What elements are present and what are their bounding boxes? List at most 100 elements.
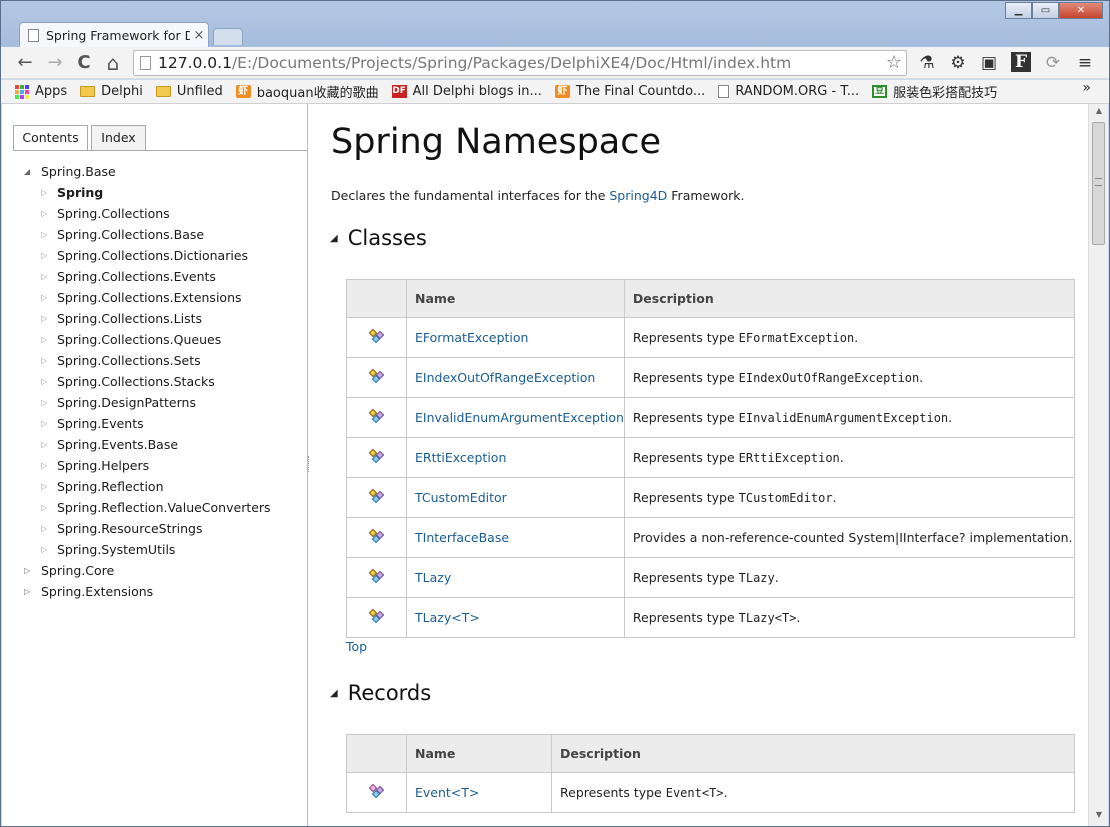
type-link[interactable]: Event<T> (415, 785, 479, 800)
collapsed-arrow-icon[interactable]: ▷ (41, 497, 47, 518)
collapsed-arrow-icon[interactable]: ▷ (41, 182, 47, 203)
forward-button[interactable]: → (43, 51, 67, 75)
scroll-thumb[interactable] (1092, 122, 1105, 245)
tree-node[interactable]: ▷ Spring.Extensions (2, 581, 302, 602)
settings-gear-icon[interactable]: ⚙ (947, 52, 969, 74)
tree-node[interactable]: ▷ Spring.SystemUtils (2, 539, 302, 560)
type-link[interactable]: TLazy (415, 570, 451, 585)
collapsed-arrow-icon[interactable]: ▷ (41, 224, 47, 245)
collapsed-arrow-icon[interactable]: ▷ (41, 539, 47, 560)
extension-f-icon[interactable]: F (1011, 52, 1031, 72)
collapsed-arrow-icon[interactable]: ▷ (41, 308, 47, 329)
extension-panel-icon[interactable]: ▣ (978, 52, 1000, 74)
bookmark-apps[interactable]: Apps (15, 84, 67, 99)
tree-node[interactable]: ▷ Spring.Collections.Events (2, 266, 302, 287)
table-row: ERttiException Represents type ERttiExcep… (346, 437, 1076, 478)
type-link[interactable]: ERttiException (415, 450, 506, 465)
description-text: Declares the fundamental interfaces for … (331, 188, 610, 203)
collapsed-arrow-icon[interactable]: ▷ (24, 581, 30, 602)
bookmark-color-tips[interactable]: 豆 服装色彩搭配技巧 (872, 82, 997, 101)
type-link[interactable]: EIndexOutOfRangeException (415, 370, 595, 385)
tree-node[interactable]: ▷ Spring.Core (2, 560, 302, 581)
tab-index[interactable]: Index (91, 125, 146, 151)
collapsed-arrow-icon[interactable]: ▷ (41, 245, 47, 266)
tree-node[interactable]: ▷ Spring.Collections.Extensions (2, 287, 302, 308)
tree-node[interactable]: ▷ Spring.Collections.Queues (2, 329, 302, 350)
type-link[interactable]: EFormatException (415, 330, 528, 345)
type-icon-cell (346, 597, 407, 638)
spring4d-link[interactable]: Spring4D (609, 188, 667, 203)
bookmark-random-org[interactable]: RANDOM.ORG - T... (718, 84, 859, 99)
top-link[interactable]: Top (346, 639, 367, 654)
maximize-button[interactable]: ▭ (1032, 2, 1059, 19)
description-end: . (832, 490, 837, 505)
collapsed-arrow-icon[interactable]: ▷ (41, 434, 47, 455)
tree-node[interactable]: ▷ Spring.ResourceStrings (2, 518, 302, 539)
tree-node[interactable]: ▷ Spring.Events (2, 413, 302, 434)
menu-icon[interactable]: ≡ (1074, 52, 1096, 74)
classes-section-toggle[interactable]: ◢ Classes (330, 226, 427, 250)
name-cell: ERttiException (406, 437, 625, 478)
tree-node[interactable]: ▷ Spring.Events.Base (2, 434, 302, 455)
records-section-toggle[interactable]: ◢ Records (330, 681, 431, 705)
bookmark-unfiled[interactable]: Unfiled (155, 84, 223, 99)
tab-contents[interactable]: Contents (13, 125, 88, 151)
home-button[interactable]: ⌂ (101, 51, 125, 75)
bookmark-final-countdown[interactable]: 虾 The Final Countdo... (554, 84, 705, 99)
tree-node[interactable]: ▷ Spring.Collections.Dictionaries (2, 245, 302, 266)
back-button[interactable]: ← (13, 51, 37, 75)
vertical-scrollbar[interactable]: ▲ ▼ (1088, 104, 1108, 826)
type-link[interactable]: TLazy<T> (415, 610, 480, 625)
close-tab-icon[interactable]: × (190, 28, 208, 43)
description-end: . (854, 330, 859, 345)
bookmark-label: All Delphi blogs in... (412, 84, 542, 99)
tree-node[interactable]: ◢ Spring.Base (2, 161, 302, 182)
reload-button[interactable]: C (72, 51, 96, 75)
browser-tab-active[interactable]: Spring Framework for D × (19, 22, 209, 47)
scroll-down-arrow-icon[interactable]: ▼ (1089, 810, 1109, 824)
collapsed-arrow-icon[interactable]: ▷ (41, 455, 47, 476)
scroll-up-arrow-icon[interactable]: ▲ (1089, 106, 1109, 120)
more-bookmarks-button[interactable]: » (1082, 80, 1091, 96)
tree-node[interactable]: ▷ Spring.Reflection.ValueConverters (2, 497, 302, 518)
collapsed-arrow-icon[interactable]: ▷ (41, 203, 47, 224)
collapsed-arrow-icon[interactable]: ▷ (41, 392, 47, 413)
minimize-button[interactable]: ▁ (1005, 2, 1032, 19)
new-tab-button[interactable] (213, 28, 243, 45)
classes-table: Name Description EFormatException Represe… (346, 279, 1076, 638)
tree-node[interactable]: ▷ Spring.DesignPatterns (2, 392, 302, 413)
collapsed-arrow-icon[interactable]: ▷ (41, 266, 47, 287)
address-bar[interactable]: 127.0.0.1/E:/Documents/Projects/Spring/P… (133, 50, 907, 76)
tree-node-label: Spring.Reflection (57, 479, 164, 494)
close-window-button[interactable]: ✕ (1059, 2, 1103, 19)
page-title: Spring Namespace (331, 122, 662, 162)
tree-node[interactable]: ▷ Spring.Reflection (2, 476, 302, 497)
bookmark-delphi[interactable]: Delphi (80, 84, 143, 99)
collapsed-arrow-icon[interactable]: ▷ (41, 371, 47, 392)
tree-node[interactable]: ▷ Spring.Collections.Sets (2, 350, 302, 371)
extension-flask-icon[interactable]: ⚗ (916, 52, 938, 74)
extension-sync-icon[interactable]: ⟳ (1042, 52, 1064, 74)
collapsed-arrow-icon[interactable]: ▷ (41, 518, 47, 539)
description-end: . (796, 610, 801, 625)
type-link[interactable]: TCustomEditor (415, 490, 507, 505)
tree-node[interactable]: ▷ Spring.Collections.Base (2, 224, 302, 245)
collapsed-arrow-icon[interactable]: ▷ (41, 413, 47, 434)
bookmark-delphi-blogs[interactable]: DF All Delphi blogs in... (391, 84, 542, 99)
bookmark-baoquan[interactable]: 虾 baoquan收藏的歌曲 (235, 82, 379, 101)
collapsed-arrow-icon[interactable]: ▷ (24, 560, 30, 581)
tree-node[interactable]: ▷ Spring.Collections (2, 203, 302, 224)
expanded-arrow-icon[interactable]: ◢ (24, 161, 30, 182)
tree-node[interactable]: ▷ Spring.Collections.Stacks (2, 371, 302, 392)
type-code: Event<T> (665, 786, 724, 800)
collapsed-arrow-icon[interactable]: ▷ (41, 329, 47, 350)
tree-node[interactable]: ▷ Spring.Collections.Lists (2, 308, 302, 329)
tree-node[interactable]: ▷ Spring (2, 182, 302, 203)
bookmark-star-icon[interactable]: ☆ (886, 51, 902, 75)
type-link[interactable]: TInterfaceBase (415, 530, 509, 545)
type-link[interactable]: EInvalidEnumArgumentException (415, 410, 624, 425)
tree-node[interactable]: ▷ Spring.Helpers (2, 455, 302, 476)
collapsed-arrow-icon[interactable]: ▷ (41, 476, 47, 497)
collapsed-arrow-icon[interactable]: ▷ (41, 350, 47, 371)
collapsed-arrow-icon[interactable]: ▷ (41, 287, 47, 308)
